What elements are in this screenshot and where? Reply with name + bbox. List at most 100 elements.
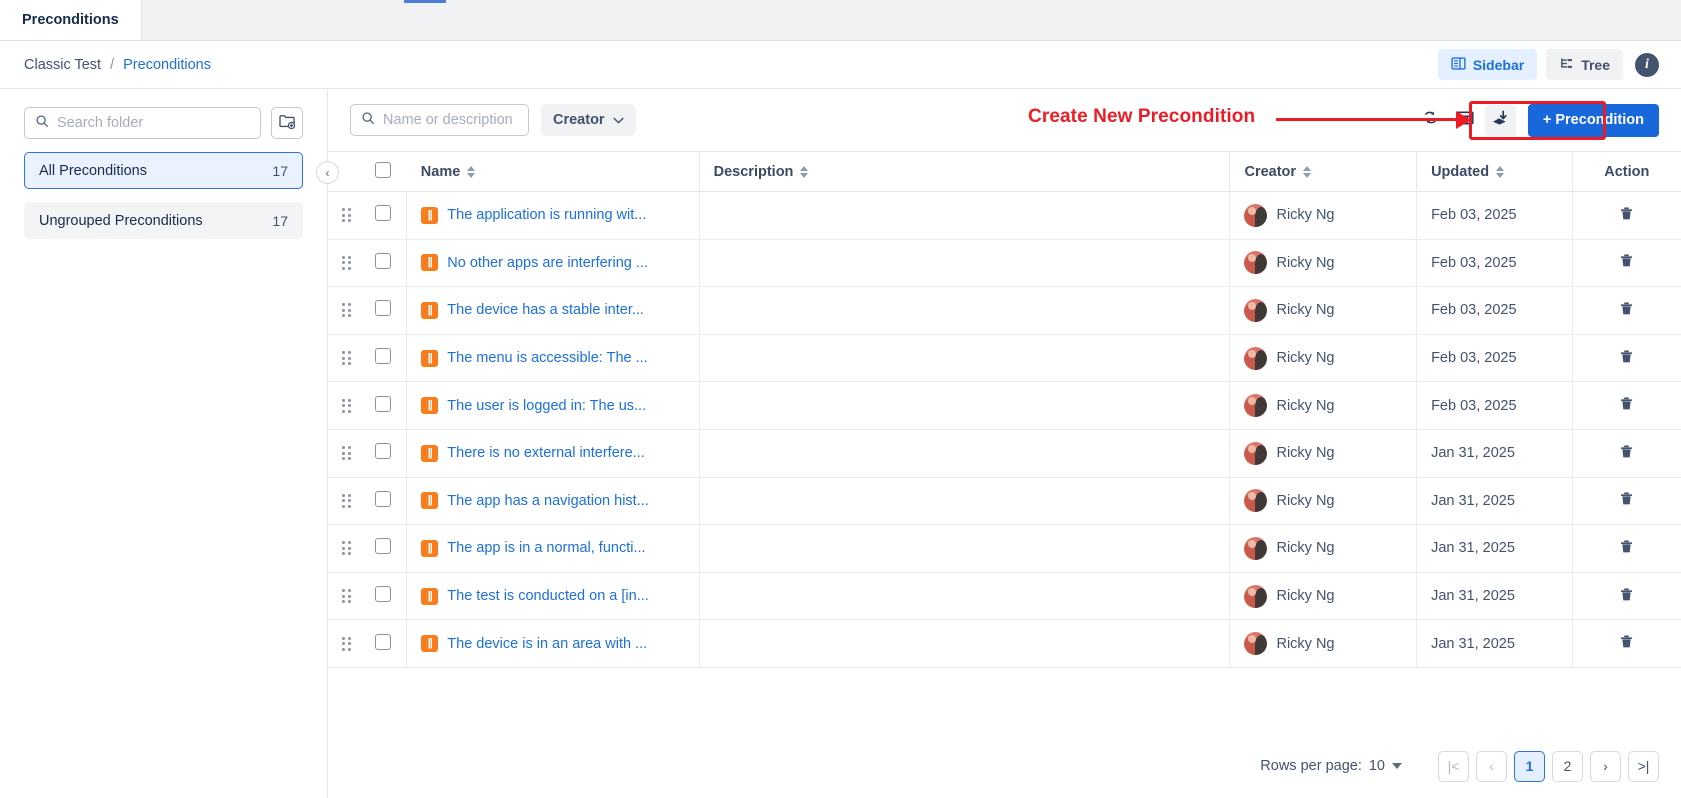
column-header-description[interactable]: Description xyxy=(699,152,1230,192)
row-checkbox[interactable] xyxy=(375,634,391,650)
drag-handle-icon[interactable] xyxy=(342,208,347,222)
action-cell[interactable] xyxy=(1572,572,1681,620)
drag-cell[interactable] xyxy=(328,620,361,668)
drag-cell[interactable] xyxy=(328,525,361,573)
action-cell[interactable] xyxy=(1572,477,1681,525)
row-select-cell[interactable] xyxy=(361,287,407,335)
name-cell[interactable]: ||The app has a navigation hist... xyxy=(407,477,699,525)
row-select-cell[interactable] xyxy=(361,477,407,525)
row-select-cell[interactable] xyxy=(361,525,407,573)
precondition-name-link[interactable]: The app is in a normal, functi... xyxy=(447,540,645,556)
drag-handle-icon[interactable] xyxy=(342,256,347,270)
row-checkbox[interactable] xyxy=(375,300,391,316)
drag-cell[interactable] xyxy=(328,287,361,335)
drag-handle-icon[interactable] xyxy=(342,446,347,460)
breadcrumb-project[interactable]: Classic Test xyxy=(24,57,101,73)
row-checkbox[interactable] xyxy=(375,443,391,459)
drag-cell[interactable] xyxy=(328,382,361,430)
precondition-name-link[interactable]: The device has a stable inter... xyxy=(447,302,644,318)
name-cell[interactable]: ||The device has a stable inter... xyxy=(407,287,699,335)
drag-cell[interactable] xyxy=(328,429,361,477)
delete-icon[interactable] xyxy=(1618,495,1635,511)
row-select-cell[interactable] xyxy=(361,382,407,430)
delete-icon[interactable] xyxy=(1618,448,1635,464)
sort-icon[interactable] xyxy=(1496,166,1504,178)
action-cell[interactable] xyxy=(1572,429,1681,477)
row-checkbox[interactable] xyxy=(375,253,391,269)
delete-icon[interactable] xyxy=(1618,210,1635,226)
precondition-name-link[interactable]: The device is in an area with ... xyxy=(447,636,647,652)
delete-icon[interactable] xyxy=(1618,638,1635,654)
delete-icon[interactable] xyxy=(1618,353,1635,369)
tab-preconditions[interactable]: Preconditions xyxy=(0,0,142,40)
tree-view-button[interactable]: Tree xyxy=(1546,49,1623,80)
drag-handle-icon[interactable] xyxy=(342,351,347,365)
row-checkbox[interactable] xyxy=(375,491,391,507)
row-select-cell[interactable] xyxy=(361,572,407,620)
name-cell[interactable]: ||The menu is accessible: The ... xyxy=(407,334,699,382)
drag-cell[interactable] xyxy=(328,572,361,620)
select-all-checkbox[interactable] xyxy=(375,162,391,178)
page-button-2[interactable]: 2 xyxy=(1552,751,1583,782)
drag-handle-icon[interactable] xyxy=(342,303,347,317)
delete-icon[interactable] xyxy=(1618,257,1635,273)
drag-handle-icon[interactable] xyxy=(342,541,347,555)
delete-icon[interactable] xyxy=(1618,543,1635,559)
add-precondition-button[interactable]: + Precondition xyxy=(1528,104,1659,137)
precondition-name-link[interactable]: The menu is accessible: The ... xyxy=(447,350,647,366)
new-folder-button[interactable] xyxy=(271,107,303,139)
column-header-creator[interactable]: Creator xyxy=(1230,152,1417,192)
table-row[interactable]: ||The app is in a normal, functi...Ricky… xyxy=(328,525,1681,573)
drag-handle-icon[interactable] xyxy=(342,399,347,413)
row-select-cell[interactable] xyxy=(361,429,407,477)
delete-icon[interactable] xyxy=(1618,305,1635,321)
row-checkbox[interactable] xyxy=(375,205,391,221)
precondition-name-link[interactable]: The app has a navigation hist... xyxy=(447,493,649,509)
precondition-name-link[interactable]: The user is logged in: The us... xyxy=(447,398,646,414)
row-select-cell[interactable] xyxy=(361,620,407,668)
name-cell[interactable]: ||The device is in an area with ... xyxy=(407,620,699,668)
action-cell[interactable] xyxy=(1572,239,1681,287)
name-cell[interactable]: ||The test is conducted on a [in... xyxy=(407,572,699,620)
import-button[interactable] xyxy=(1485,105,1516,136)
name-cell[interactable]: ||No other apps are interfering ... xyxy=(407,239,699,287)
row-select-cell[interactable] xyxy=(361,239,407,287)
table-row[interactable]: ||The test is conducted on a [in...Ricky… xyxy=(328,572,1681,620)
table-row[interactable]: ||The app has a navigation hist...Ricky … xyxy=(328,477,1681,525)
precondition-name-link[interactable]: The application is running wit... xyxy=(447,207,646,223)
table-row[interactable]: ||The menu is accessible: The ...Ricky N… xyxy=(328,334,1681,382)
delete-icon[interactable] xyxy=(1618,591,1635,607)
table-row[interactable]: ||There is no external interfere...Ricky… xyxy=(328,429,1681,477)
action-cell[interactable] xyxy=(1572,525,1681,573)
table-row[interactable]: ||No other apps are interfering ...Ricky… xyxy=(328,239,1681,287)
name-cell[interactable]: ||The user is logged in: The us... xyxy=(407,382,699,430)
action-cell[interactable] xyxy=(1572,287,1681,335)
prev-page-button[interactable]: ‹ xyxy=(1476,751,1507,782)
column-header-name[interactable]: Name xyxy=(407,152,699,192)
action-cell[interactable] xyxy=(1572,334,1681,382)
drag-cell[interactable] xyxy=(328,192,361,240)
table-row[interactable]: ||The device is in an area with ...Ricky… xyxy=(328,620,1681,668)
folder-item-all-preconditions[interactable]: All Preconditions 17 xyxy=(24,152,303,189)
precondition-search-box[interactable] xyxy=(350,104,529,136)
first-page-button[interactable]: |< xyxy=(1438,751,1469,782)
precondition-name-link[interactable]: No other apps are interfering ... xyxy=(447,255,648,271)
collapse-sidebar-handle[interactable]: ‹ xyxy=(316,161,339,184)
precondition-name-link[interactable]: The test is conducted on a [in... xyxy=(447,588,649,604)
breadcrumb-current[interactable]: Preconditions xyxy=(123,57,211,73)
rows-per-page-select[interactable]: Rows per page: 10 xyxy=(1260,758,1402,774)
sidebar-view-button[interactable]: Sidebar xyxy=(1438,49,1537,80)
name-cell[interactable]: ||The application is running wit... xyxy=(407,192,699,240)
page-button-1[interactable]: 1 xyxy=(1514,751,1545,782)
delete-icon[interactable] xyxy=(1618,400,1635,416)
column-header-updated[interactable]: Updated xyxy=(1417,152,1573,192)
drag-cell[interactable] xyxy=(328,477,361,525)
row-checkbox[interactable] xyxy=(375,348,391,364)
action-cell[interactable] xyxy=(1572,620,1681,668)
precondition-search-input[interactable] xyxy=(383,112,518,128)
next-page-button[interactable]: › xyxy=(1590,751,1621,782)
info-icon[interactable]: i xyxy=(1635,53,1659,77)
row-select-cell[interactable] xyxy=(361,192,407,240)
action-cell[interactable] xyxy=(1572,192,1681,240)
drag-handle-icon[interactable] xyxy=(342,589,347,603)
